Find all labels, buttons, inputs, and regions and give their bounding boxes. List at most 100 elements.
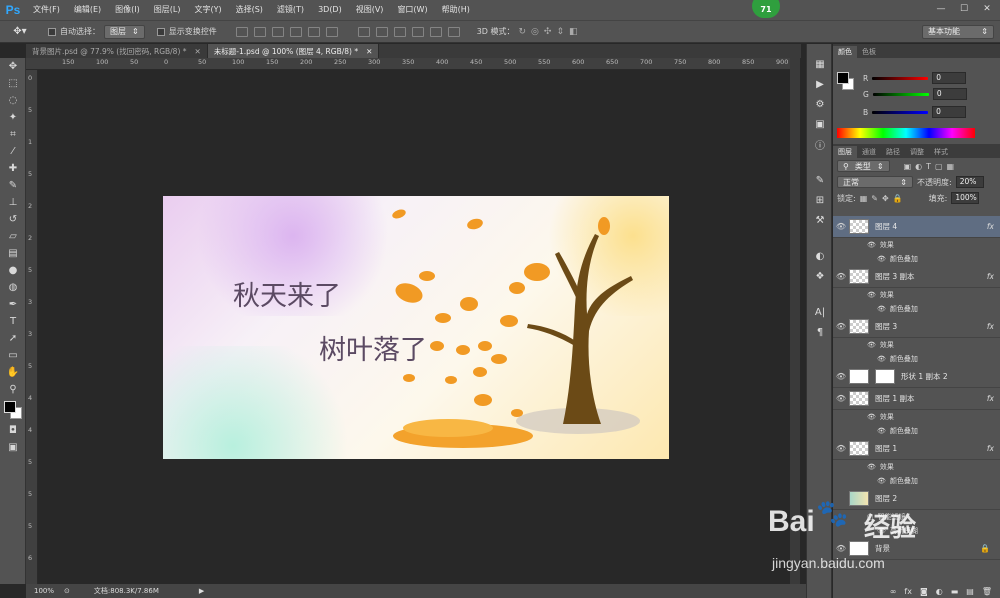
eraser-tool-icon[interactable]: ▱ [0, 228, 26, 245]
layer-name[interactable]: 图层 1 [875, 443, 987, 454]
menu-select[interactable]: 选择(S) [229, 0, 270, 20]
visibility-eye-icon[interactable]: 👁 [833, 322, 849, 331]
blend-mode-dropdown[interactable]: 正常 ⇕ [837, 176, 913, 188]
layer-thumbnail[interactable] [849, 319, 869, 334]
layer-row[interactable]: 👁 图层 3 fx [833, 316, 1000, 338]
foreground-color[interactable] [4, 401, 16, 413]
fx-badge[interactable]: fx [987, 444, 994, 453]
notification-badge[interactable]: 71 [752, 0, 780, 18]
align-left-icon[interactable] [289, 26, 302, 37]
fill-input[interactable]: 100% [951, 192, 980, 204]
menu-edit[interactable]: 编辑(E) [67, 0, 108, 20]
styles-icon[interactable]: ❖ [807, 266, 833, 286]
fx-badge[interactable]: fx [987, 322, 994, 331]
gradient-tool-icon[interactable]: ▤ [0, 245, 26, 262]
visibility-eye-icon[interactable]: 👁 [877, 477, 886, 485]
layer-row[interactable]: 👁 形状 1 副本 2 [833, 366, 1000, 388]
effect-item-row[interactable]: 👁 高斯模糊 [833, 524, 1000, 538]
fx-badge[interactable]: fx [987, 394, 994, 403]
fx-badge[interactable]: fx [987, 222, 994, 231]
layer-thumbnail[interactable] [849, 541, 869, 556]
color-spectrum[interactable] [837, 128, 975, 138]
effect-item-row[interactable]: 👁 颜色叠加 [833, 474, 1000, 488]
tab-document-2[interactable]: 未标题-1.psd @ 100% (图层 4, RGB/8) * ✕ [207, 44, 380, 58]
clone-stamp-tool-icon[interactable]: ⊥ [0, 194, 26, 211]
red-slider[interactable] [872, 76, 929, 80]
menu-window[interactable]: 窗口(W) [390, 0, 434, 20]
hand-tool-icon[interactable]: ✋ [0, 364, 26, 381]
delete-layer-icon[interactable]: 🗑 [982, 587, 992, 596]
3d-roll-icon[interactable]: ◎ [531, 27, 539, 37]
3d-drag-icon[interactable]: ✣ [544, 27, 552, 37]
layer-thumbnail[interactable] [849, 219, 869, 234]
auto-select-dropdown[interactable]: 图层 ⇕ [104, 24, 145, 39]
minimize-icon[interactable]: — [930, 0, 952, 18]
distribute-top-icon[interactable] [357, 26, 370, 37]
layer-row[interactable]: 👁 图层 1 副本 fx [833, 388, 1000, 410]
add-style-icon[interactable]: fx [904, 587, 912, 596]
effects-row[interactable]: 👁 效果 [833, 338, 1000, 352]
eyedropper-tool-icon[interactable]: ⁄ [0, 143, 26, 160]
maximize-icon[interactable]: ☐ [953, 0, 975, 18]
distribute-vcenter-icon[interactable] [375, 26, 388, 37]
auto-select-checkbox[interactable] [48, 27, 56, 36]
3d-scale-icon[interactable]: ◧ [569, 27, 578, 37]
lock-icons[interactable]: ▦✎✥🔒 [860, 194, 907, 203]
show-transform-checkbox[interactable] [156, 27, 165, 36]
tab-channels[interactable]: 通道 [857, 146, 881, 158]
distribute-hcenter-icon[interactable] [429, 26, 442, 37]
marquee-tool-icon[interactable]: ⬚ [0, 75, 26, 92]
layer-thumbnail[interactable] [849, 369, 869, 384]
effects-row[interactable]: 👁 效果 [833, 238, 1000, 252]
align-hcenter-icon[interactable] [307, 26, 320, 37]
new-layer-icon[interactable]: ▤ [966, 587, 974, 596]
distribute-bottom-icon[interactable] [393, 26, 406, 37]
canvas-area[interactable]: 秋天来了 树叶落了 [38, 70, 790, 584]
layer-name[interactable]: 背景 [875, 543, 980, 554]
healing-brush-tool-icon[interactable]: ✚ [0, 160, 26, 177]
visibility-eye-icon[interactable]: 👁 [877, 427, 886, 435]
history-panel-icon[interactable]: ▦ [807, 54, 833, 74]
brush-panel-icon[interactable]: ✎ [807, 170, 833, 190]
blue-slider[interactable] [872, 110, 929, 114]
info-panel-icon[interactable]: ⓘ [807, 134, 833, 154]
effect-item-row[interactable]: 👁 颜色叠加 [833, 424, 1000, 438]
tab-layers[interactable]: 图层 [833, 146, 857, 158]
opacity-input[interactable]: 20% [955, 176, 984, 188]
layer-filter-icons[interactable]: ▣◐T▢▦ [904, 162, 959, 171]
fx-badge[interactable]: fx [987, 272, 994, 281]
effect-item-row[interactable]: 👁 颜色叠加 [833, 352, 1000, 366]
tab-color[interactable]: 颜色 [833, 46, 857, 58]
adjustments-icon[interactable]: ◐ [807, 246, 833, 266]
effects-row[interactable]: 👁 效果 [833, 410, 1000, 424]
share-icon[interactable]: ⊙ [64, 587, 70, 595]
character-panel-icon[interactable]: A| [807, 302, 833, 322]
visibility-eye-icon[interactable]: 👁 [867, 463, 876, 471]
align-top-icon[interactable] [235, 26, 248, 37]
new-group-icon[interactable]: ▬ [951, 587, 959, 596]
visibility-eye-icon[interactable]: 👁 [833, 544, 849, 553]
menu-layer[interactable]: 图层(L) [147, 0, 188, 20]
3d-rotate-icon[interactable]: ↻ [519, 27, 527, 37]
effect-item-row[interactable]: 👁 颜色叠加 [833, 302, 1000, 316]
menu-help[interactable]: 帮助(H) [435, 0, 477, 20]
zoom-level[interactable]: 100% [34, 587, 54, 595]
effects-row[interactable]: ▢ 智能滤镜 [833, 510, 1000, 524]
properties-panel-icon[interactable]: ▣ [807, 114, 833, 134]
link-layers-icon[interactable]: ∞ [890, 587, 897, 596]
magic-wand-tool-icon[interactable]: ✦ [0, 109, 26, 126]
layer-name[interactable]: 形状 1 副本 2 [901, 371, 1000, 382]
visibility-eye-icon[interactable]: 👁 [877, 305, 886, 313]
distribute-left-icon[interactable] [411, 26, 424, 37]
layer-thumbnail[interactable] [849, 269, 869, 284]
workspace-dropdown[interactable]: 基本功能 ⇕ [922, 24, 994, 39]
effects-row[interactable]: 👁 效果 [833, 288, 1000, 302]
menu-file[interactable]: 文件(F) [26, 0, 67, 20]
tab-adjustments[interactable]: 调整 [905, 146, 929, 158]
layer-name[interactable]: 图层 3 副本 [875, 271, 987, 282]
visibility-eye-icon[interactable]: 👁 [833, 222, 849, 231]
tool-presets-icon[interactable]: ⚒ [807, 210, 833, 230]
tab-swatches[interactable]: 色板 [857, 46, 881, 58]
move-tool-icon[interactable]: ✥ [0, 58, 26, 75]
menu-type[interactable]: 文字(Y) [187, 0, 228, 20]
